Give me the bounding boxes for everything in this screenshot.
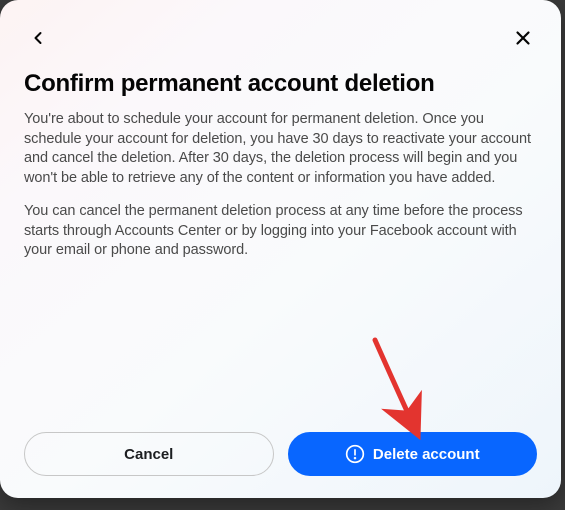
delete-account-button[interactable]: Delete account: [288, 432, 538, 476]
warning-paragraph-1: You're about to schedule your account fo…: [24, 110, 537, 188]
alert-circle-icon: [345, 444, 365, 464]
dialog-actions: Cancel Delete account: [24, 432, 537, 476]
dialog-body: You're about to schedule your account fo…: [24, 110, 537, 275]
dialog-title: Confirm permanent account deletion: [24, 70, 537, 98]
spacer: [24, 275, 537, 424]
close-icon: [512, 27, 534, 49]
cancel-button-label: Cancel: [124, 446, 173, 463]
confirm-deletion-dialog: Confirm permanent account deletion You'r…: [0, 0, 561, 498]
delete-button-label: Delete account: [373, 446, 480, 463]
chevron-left-icon: [28, 28, 48, 48]
back-button[interactable]: [24, 24, 52, 52]
dialog-header: [24, 24, 537, 52]
close-button[interactable]: [509, 24, 537, 52]
cancel-button[interactable]: Cancel: [24, 432, 274, 476]
warning-paragraph-2: You can cancel the permanent deletion pr…: [24, 202, 537, 261]
